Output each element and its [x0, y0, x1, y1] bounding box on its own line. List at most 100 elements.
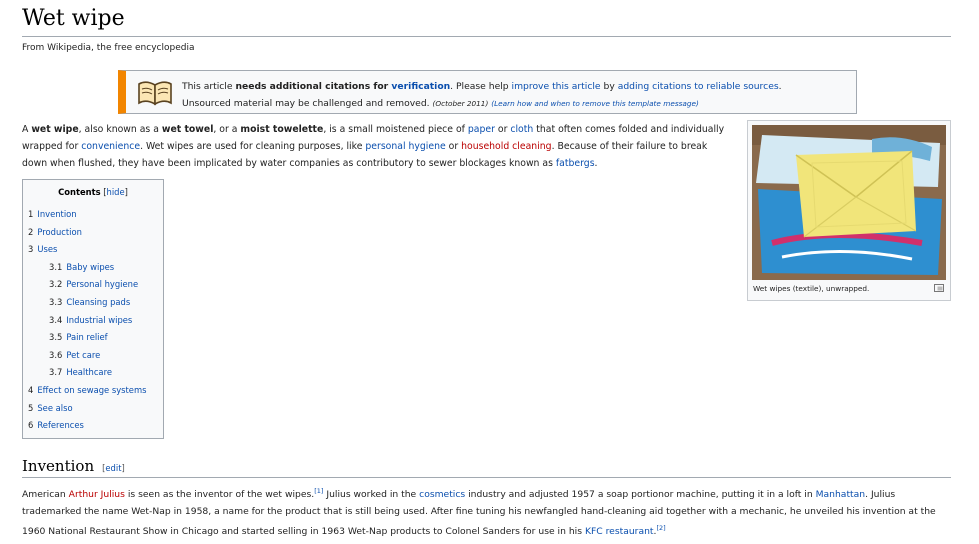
- intro-paragraph: A wet wipe, also known as a wet towel, o…: [22, 121, 730, 172]
- toc-number: 3.3: [49, 296, 63, 307]
- toc-number: 3.6: [49, 349, 63, 360]
- convenience-link[interactable]: convenience: [81, 141, 140, 152]
- toc-item-invention[interactable]: 1 Invention: [28, 209, 146, 227]
- toc-item-pain-relief[interactable]: 3.5 Pain relief: [28, 332, 146, 350]
- invention-paragraph: American Arthur Julius is seen as the in…: [22, 483, 952, 540]
- toc-item-baby-wipes[interactable]: 3.1 Baby wipes: [28, 262, 146, 280]
- toc-number: 3.2: [49, 279, 63, 290]
- toc-label: Invention: [37, 209, 77, 219]
- section-heading-text: Invention: [22, 457, 95, 475]
- toc-label: Cleansing pads: [66, 296, 131, 307]
- bold-term: wet wipe: [31, 124, 79, 135]
- thumbnail-caption: Wet wipes (textile), unwrapped.: [753, 284, 870, 293]
- citation-notice-box: This article needs additional citations …: [118, 70, 857, 114]
- toc-item-personal-hygiene[interactable]: 3.2 Personal hygiene: [28, 279, 146, 297]
- toc-item-production[interactable]: 2 Production: [28, 227, 146, 245]
- text: .: [594, 158, 598, 169]
- toc-header: Contents [hide]: [23, 187, 163, 197]
- personal-hygiene-link[interactable]: personal hygiene: [365, 141, 445, 152]
- page-title: Wet wipe: [22, 6, 125, 31]
- kfc-restaurant-link[interactable]: KFC restaurant: [585, 526, 654, 537]
- toc-item-pet-care[interactable]: 3.6 Pet care: [28, 350, 146, 368]
- toc-number: 1: [28, 209, 34, 219]
- text: industry and adjusted 1957 a soap portio…: [465, 489, 816, 501]
- table-of-contents: Contents [hide] 1 Invention 2 Production 3…: [22, 179, 164, 439]
- improve-article-link[interactable]: improve this article: [512, 81, 601, 92]
- toc-number: 3.1: [49, 261, 63, 272]
- wet-wipes-image[interactable]: [752, 125, 946, 280]
- notice-date: (October 2011): [432, 99, 489, 108]
- toc-number: 3: [28, 244, 34, 255]
- toc-label: Baby wipes: [66, 261, 115, 272]
- citation-notice-text: This article needs additional citations …: [182, 78, 782, 112]
- thumbnail-figure: Wet wipes (textile), unwrapped.: [747, 120, 951, 301]
- text: , or a: [213, 124, 241, 135]
- toc-number: 3.5: [49, 332, 63, 343]
- text: Julius worked in the: [323, 489, 420, 501]
- text: American: [22, 489, 69, 501]
- toc-item-industrial-wipes[interactable]: 3.4 Industrial wipes: [28, 315, 146, 333]
- verification-link[interactable]: verification: [391, 81, 450, 92]
- toc-number: 5: [28, 402, 34, 413]
- toc-item-healthcare[interactable]: 3.7 Healthcare: [28, 367, 146, 385]
- text: . Wet wipes are used for cleaning purpos…: [140, 141, 366, 152]
- book-icon: [138, 81, 172, 106]
- toc-list: 1 Invention 2 Production 3 Uses 3.1 Baby wip…: [28, 209, 146, 438]
- notice-bold-text: needs additional citations for: [235, 81, 392, 92]
- toc-item-see-also[interactable]: 5 See also: [28, 403, 146, 421]
- arthur-julius-link[interactable]: Arthur Julius: [69, 489, 125, 500]
- notice-text: .: [778, 81, 782, 92]
- adding-citations-link[interactable]: adding citations to reliable sources: [618, 81, 779, 92]
- toc-title: Contents: [58, 187, 101, 197]
- text: , is a small moistened piece of: [323, 124, 468, 135]
- notice-text: This article: [182, 81, 236, 92]
- toc-number: 3.4: [49, 314, 63, 325]
- manhattan-link[interactable]: Manhattan: [816, 489, 866, 500]
- toc-label: Personal hygiene: [66, 279, 139, 290]
- toc-label: Pet care: [66, 349, 101, 360]
- notice-text: . Please help: [450, 81, 512, 92]
- cosmetics-link[interactable]: cosmetics: [419, 489, 465, 500]
- toc-number: 3.7: [49, 367, 63, 378]
- title-divider: [22, 36, 951, 37]
- reference-2[interactable]: [2]: [656, 524, 665, 532]
- section-heading-invention: Invention [edit]: [22, 457, 125, 475]
- toc-number: 4: [28, 384, 34, 395]
- toc-label: Uses: [37, 244, 58, 255]
- notice-text: by: [600, 81, 618, 92]
- toc-label: Production: [37, 226, 82, 237]
- toc-number: 2: [28, 226, 34, 237]
- citation-notice-line-2: Unsourced material may be challenged and…: [182, 95, 782, 112]
- toc-label: References: [37, 420, 84, 431]
- text: or: [445, 141, 462, 152]
- toc-bracket: ]: [124, 187, 128, 197]
- learn-how-link[interactable]: (Learn how and when to remove this templ…: [491, 99, 699, 108]
- text: is seen as the inventor of the wet wipes…: [124, 489, 315, 501]
- toc-item-cleansing-pads[interactable]: 3.3 Cleansing pads: [28, 297, 146, 315]
- toc-number: 6: [28, 420, 34, 431]
- toc-label: Industrial wipes: [66, 314, 133, 325]
- toc-label: Effect on sewage systems: [37, 384, 147, 395]
- household-cleaning-link[interactable]: household cleaning: [461, 141, 551, 152]
- toc-label: Healthcare: [66, 367, 112, 378]
- section-divider: [22, 477, 951, 478]
- text: or: [494, 124, 511, 135]
- toc-label: Pain relief: [66, 332, 108, 343]
- toc-item-references[interactable]: 6 References: [28, 420, 146, 438]
- bold-term: moist towelette: [240, 124, 324, 135]
- text: A: [22, 124, 32, 135]
- citation-notice-line-1: This article needs additional citations …: [182, 78, 782, 95]
- toc-item-uses[interactable]: 3 Uses: [28, 244, 146, 262]
- toc-hide-toggle[interactable]: hide: [107, 187, 125, 197]
- text: , also known as a: [78, 124, 162, 135]
- fatbergs-link[interactable]: fatbergs: [556, 158, 595, 169]
- bold-term: wet towel: [161, 124, 214, 135]
- paper-link[interactable]: paper: [468, 124, 495, 135]
- edit-section-link[interactable]: edit: [105, 463, 121, 473]
- cloth-link[interactable]: cloth: [510, 124, 533, 135]
- edit-section-link-wrapper: [edit]: [102, 463, 125, 473]
- magnify-icon[interactable]: [934, 284, 944, 292]
- notice-text: Unsourced material may be challenged and…: [182, 98, 433, 109]
- toc-item-effect-on-sewage-systems[interactable]: 4 Effect on sewage systems: [28, 385, 146, 403]
- page-tagline: From Wikipedia, the free encyclopedia: [22, 43, 195, 53]
